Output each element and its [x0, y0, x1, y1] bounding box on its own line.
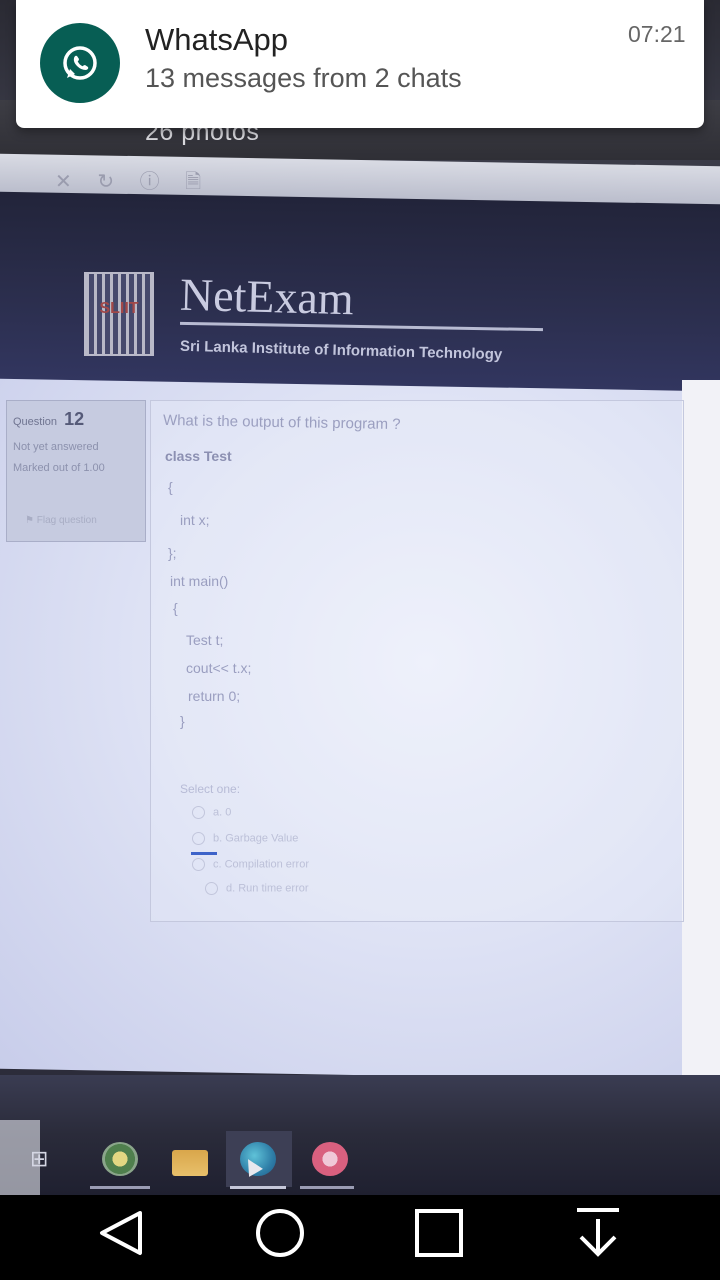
- photo-viewer[interactable]: ✕ ↻ ⓘ 🗎 SLIIT NetExam Sri Lanka Institut…: [0, 0, 720, 1195]
- brand-title: NetExam: [179, 268, 355, 325]
- marks-info: Marked out of 1.00: [13, 462, 105, 474]
- back-triangle-icon: [100, 1211, 142, 1255]
- answer-option-a[interactable]: a. 0: [192, 806, 231, 819]
- answer-status: Not yet answered: [13, 441, 99, 453]
- question-label: Question: [13, 416, 58, 428]
- code-line: class Test: [165, 448, 232, 464]
- logo-text: SLIIT: [99, 300, 139, 317]
- option-label: a. 0: [213, 806, 232, 819]
- code-line: int main(): [170, 573, 229, 589]
- notification-app-name: WhatsApp: [145, 22, 289, 57]
- selection-marker: [191, 852, 217, 855]
- windows-taskbar: [0, 1075, 720, 1195]
- answer-option-d[interactable]: d. Run time error: [205, 882, 309, 895]
- code-line: Test t;: [186, 632, 224, 648]
- flag-question-label: Flag question: [36, 515, 97, 526]
- file-explorer-icon[interactable]: [172, 1150, 208, 1176]
- taskbar-indicator: [300, 1186, 354, 1189]
- option-label: d. Run time error: [226, 882, 309, 895]
- task-view-icon[interactable]: ⊞: [30, 1146, 60, 1176]
- flag-icon: ⚑: [25, 515, 37, 526]
- whatsapp-icon: [40, 23, 120, 103]
- question-info-panel: Question 12 Not yet answered Marked out …: [6, 400, 146, 542]
- radio-button[interactable]: [192, 832, 205, 845]
- whatsapp-notification[interactable]: WhatsApp 13 messages from 2 chats 07:21: [16, 0, 704, 128]
- notification-time: 07:21: [628, 21, 686, 47]
- home-button[interactable]: [245, 1205, 315, 1265]
- notification-text: 13 messages from 2 chats: [145, 63, 462, 93]
- code-line: {: [168, 479, 173, 495]
- option-label: c. Compilation error: [213, 858, 309, 871]
- code-line: cout<< t.x;: [186, 660, 252, 676]
- taskbar-indicator: [230, 1186, 286, 1189]
- back-button[interactable]: [86, 1205, 156, 1265]
- code-line: {: [173, 600, 178, 616]
- download-arrow-icon: [577, 1208, 619, 1257]
- radio-button[interactable]: [192, 858, 205, 871]
- radio-button[interactable]: [192, 806, 205, 819]
- home-circle-icon: [256, 1209, 304, 1257]
- chrome-icon[interactable]: [102, 1142, 138, 1176]
- code-line: };: [168, 545, 177, 561]
- code-line: int x;: [180, 512, 210, 528]
- answer-option-b[interactable]: b. Garbage Value: [192, 832, 298, 845]
- question-number: 12: [64, 409, 85, 429]
- option-label: b. Garbage Value: [213, 832, 299, 845]
- code-line: return 0;: [188, 688, 241, 704]
- radio-button[interactable]: [205, 882, 218, 895]
- recents-square-icon: [415, 1209, 463, 1257]
- page-edge: [682, 380, 720, 1120]
- code-line: }: [180, 713, 185, 729]
- recents-button[interactable]: [404, 1205, 474, 1265]
- select-one-label: Select one:: [180, 782, 241, 796]
- question-header: Question 12: [13, 409, 84, 430]
- answer-option-c[interactable]: c. Compilation error: [192, 858, 309, 871]
- taskbar-indicator: [90, 1186, 150, 1189]
- download-button[interactable]: [563, 1205, 633, 1265]
- app-icon[interactable]: [312, 1142, 348, 1176]
- flag-question-link[interactable]: ⚑ Flag question: [25, 515, 97, 526]
